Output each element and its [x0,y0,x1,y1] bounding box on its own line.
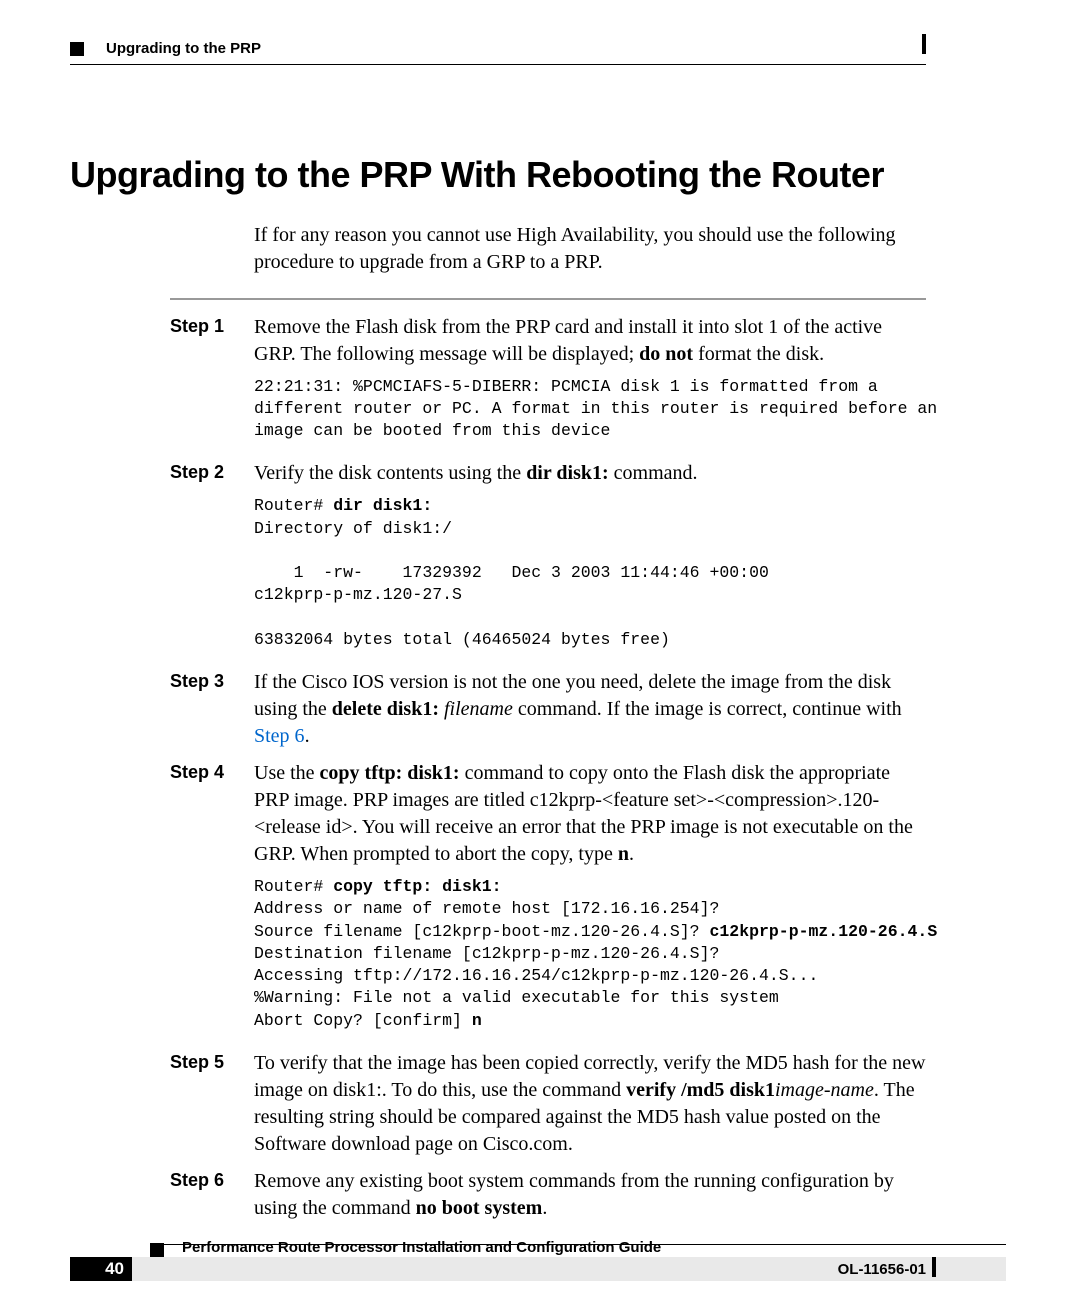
step-body: Use the copy tftp: disk1: command to cop… [254,760,926,868]
crop-mark-icon [932,1257,936,1277]
step-label: Step 4 [170,760,254,868]
step-3: Step 3 If the Cisco IOS version is not t… [170,669,926,750]
guide-title: Performance Route Processor Installation… [182,1239,661,1256]
page-footer: Performance Route Processor Installation… [70,1244,1010,1281]
page-header: Upgrading to the PRP [70,40,1010,64]
breadcrumb: Upgrading to the PRP [106,40,261,57]
step-label: Step 3 [170,669,254,750]
step-2: Step 2 Verify the disk contents using th… [170,460,926,487]
step-1: Step 1 Remove the Flash disk from the PR… [170,314,926,368]
section-title: Upgrading to the PRP With Rebooting the … [70,154,926,196]
main-content: Upgrading to the PRP With Rebooting the … [70,154,926,1222]
step-body: Remove any existing boot system commands… [254,1168,926,1222]
step-label: Step 1 [170,314,254,368]
step-4: Step 4 Use the copy tftp: disk1: command… [170,760,926,868]
step-6-link[interactable]: Step 6 [254,725,305,747]
step-label: Step 6 [170,1168,254,1222]
code-output-2: Router# dir disk1: Directory of disk1:/ … [254,495,926,651]
code-output-1: 22:21:31: %PCMCIAFS-5-DIBERR: PCMCIA dis… [254,376,926,443]
header-rule [70,64,926,65]
intro-paragraph: If for any reason you cannot use High Av… [254,222,926,276]
step-6: Step 6 Remove any existing boot system c… [170,1168,926,1222]
steps-divider [170,298,926,300]
page-content: Upgrading to the PRP Upgrading to the PR… [70,40,1010,1230]
step-label: Step 5 [170,1050,254,1158]
step-body: Verify the disk contents using the dir d… [254,460,926,487]
footer-marker-icon [150,1243,164,1257]
step-5: Step 5 To verify that the image has been… [170,1050,926,1158]
page-number: 40 [70,1257,132,1281]
step-label: Step 2 [170,460,254,487]
step-body: Remove the Flash disk from the PRP card … [254,314,926,368]
step-body: To verify that the image has been copied… [254,1050,926,1158]
document-id: OL-11656-01 [838,1261,926,1278]
step-body: If the Cisco IOS version is not the one … [254,669,926,750]
code-output-3: Router# copy tftp: disk1: Address or nam… [254,876,926,1032]
footer-row: Performance Route Processor Installation… [70,1251,1010,1281]
crop-mark-icon [922,34,926,54]
header-marker-icon [70,42,84,56]
